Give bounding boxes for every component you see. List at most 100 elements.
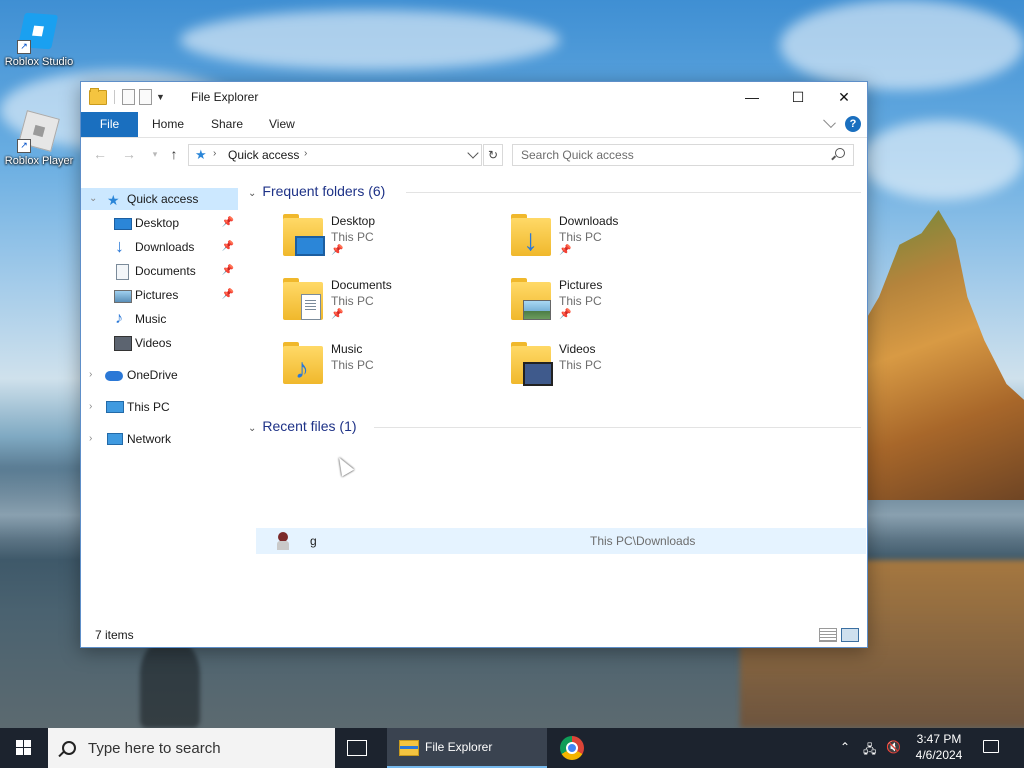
divider <box>114 90 115 104</box>
folder-location: This PC <box>331 294 374 308</box>
expand-chevron-icon[interactable]: › <box>89 428 92 450</box>
pictures-icon <box>114 290 132 303</box>
ribbon-tabs: File Home Share View ? <box>81 112 867 138</box>
tab-share[interactable]: Share <box>197 112 257 137</box>
navigation-pane: ⌄ Quick access Desktop 📌 Downloads 📌 Doc… <box>81 186 238 622</box>
folder-tile-downloads[interactable]: ↓ Downloads This PC 📌 <box>511 214 731 270</box>
search-input[interactable]: Search Quick access <box>512 144 854 166</box>
expand-ribbon-chevron-icon[interactable] <box>823 114 836 128</box>
expand-chevron-icon[interactable]: › <box>89 396 92 418</box>
properties-icon[interactable] <box>122 89 135 105</box>
section-title: Frequent folders (6) <box>262 183 386 199</box>
sidebar-item-label: Desktop <box>135 216 180 230</box>
sidebar-item-videos[interactable]: Videos <box>81 332 238 354</box>
sidebar-item-downloads[interactable]: Downloads 📌 <box>81 235 238 258</box>
section-title: Recent files (1) <box>262 418 357 434</box>
onedrive-cloud-icon <box>105 371 123 381</box>
sidebar-item-music[interactable]: Music <box>81 308 238 330</box>
taskbar-app-file-explorer[interactable]: File Explorer <box>387 728 547 768</box>
sidebar-item-pictures[interactable]: Pictures 📌 <box>81 284 238 306</box>
view-toggle <box>819 628 859 642</box>
taskbar-search-placeholder: Type here to search <box>88 740 221 757</box>
sidebar-item-label: OneDrive <box>127 368 178 382</box>
pin-icon: 📌 <box>221 217 234 228</box>
forward-button[interactable]: → <box>118 144 140 164</box>
wallpaper-cliff <box>862 210 1024 500</box>
desktop-icon <box>114 218 132 230</box>
up-button[interactable]: ↑ <box>163 144 185 164</box>
maximize-button[interactable]: ☐ <box>775 82 821 112</box>
folder-tile-documents[interactable]: Documents This PC 📌 <box>283 278 503 334</box>
recent-files-header[interactable]: ⌄ Recent files (1) <box>248 418 357 434</box>
address-field[interactable]: ★ › Quick access › <box>188 144 482 166</box>
sidebar-item-this-pc[interactable]: › This PC <box>81 396 238 418</box>
network-status-icon[interactable]: 🖧 <box>863 740 876 761</box>
taskbar-search-box[interactable]: Type here to search <box>48 728 335 768</box>
recent-file-name: g <box>310 534 317 548</box>
action-center-icon[interactable] <box>983 740 999 753</box>
expand-chevron-icon[interactable]: › <box>89 364 92 386</box>
pin-icon: 📌 <box>559 309 572 320</box>
new-folder-icon[interactable] <box>139 89 152 105</box>
customize-toolbar-chevron-icon[interactable]: ▼ <box>156 92 165 102</box>
collapse-chevron-icon: ⌄ <box>248 423 257 434</box>
breadcrumb-chevron-icon[interactable]: › <box>213 148 216 159</box>
desktop-icon-roblox-studio[interactable]: ↗ Roblox Studio <box>1 10 77 68</box>
details-view-icon[interactable] <box>819 628 837 642</box>
tab-home[interactable]: Home <box>138 112 198 137</box>
folder-name: Pictures <box>559 278 603 292</box>
music-icon <box>114 308 130 330</box>
sidebar-item-desktop[interactable]: Desktop 📌 <box>81 212 238 234</box>
breadcrumb-chevron-icon[interactable]: › <box>304 148 307 159</box>
show-hidden-icons-chevron-icon[interactable]: ⌃ <box>840 740 850 754</box>
recent-file-row[interactable]: g This PC\Downloads <box>256 528 866 554</box>
taskbar-app-label: File Explorer <box>425 740 493 754</box>
folder-location: This PC <box>331 230 374 244</box>
large-icons-view-icon[interactable] <box>841 628 859 642</box>
sidebar-item-quick-access[interactable]: ⌄ Quick access <box>81 188 238 211</box>
folder-tile-music[interactable]: ♪ Music This PC <box>283 342 503 398</box>
system-clock[interactable]: 3:47 PM 4/6/2024 <box>906 731 972 763</box>
folder-tile-pictures[interactable]: Pictures This PC 📌 <box>511 278 731 334</box>
sidebar-item-onedrive[interactable]: › OneDrive <box>81 364 238 386</box>
expand-chevron-icon[interactable]: ⌄ <box>89 188 97 210</box>
pictures-folder-icon <box>511 278 551 320</box>
this-pc-icon <box>106 401 124 413</box>
refresh-button[interactable]: ↻ <box>483 144 503 166</box>
sidebar-item-documents[interactable]: Documents 📌 <box>81 260 238 282</box>
folder-tile-desktop[interactable]: Desktop This PC 📌 <box>283 214 503 270</box>
tab-view[interactable]: View <box>255 112 309 137</box>
volume-muted-icon[interactable]: 🔇 <box>886 740 901 754</box>
taskbar: Type here to search File Explorer ⌃ 🖧 🔇 … <box>0 728 1024 768</box>
quick-access-star-icon <box>107 189 123 211</box>
back-button[interactable]: ← <box>89 144 111 164</box>
tab-file[interactable]: File <box>81 112 138 137</box>
folder-tile-videos[interactable]: Videos This PC <box>511 342 731 398</box>
task-view-icon[interactable] <box>347 740 367 756</box>
pin-icon: 📌 <box>559 245 572 256</box>
documents-icon <box>116 264 129 280</box>
close-button[interactable]: ✕ <box>821 82 867 112</box>
search-icon <box>835 148 845 158</box>
sidebar-item-label: This PC <box>127 400 170 414</box>
videos-icon <box>114 336 132 351</box>
search-placeholder: Search Quick access <box>521 148 634 162</box>
wallpaper-cloud <box>180 10 560 70</box>
breadcrumb-quick-access[interactable]: Quick access <box>228 148 299 162</box>
sidebar-item-network[interactable]: › Network <box>81 428 238 450</box>
start-button[interactable] <box>0 728 48 768</box>
downloads-folder-icon: ↓ <box>511 214 551 256</box>
divider <box>406 192 861 193</box>
address-dropdown-chevron-icon[interactable] <box>467 147 479 159</box>
frequent-folders-header[interactable]: ⌄ Frequent folders (6) <box>248 183 385 199</box>
desktop-icon-roblox-player[interactable]: ↗ Roblox Player <box>1 109 77 167</box>
file-explorer-window: ▼ File Explorer — ☐ ✕ File Home Share Vi… <box>80 81 868 648</box>
title-bar: ▼ File Explorer — ☐ ✕ <box>81 82 867 112</box>
recent-file-path: This PC\Downloads <box>590 534 696 548</box>
help-button[interactable]: ? <box>845 116 861 132</box>
minimize-button[interactable]: — <box>729 82 775 112</box>
divider <box>374 427 861 428</box>
sidebar-item-label: Documents <box>135 264 196 278</box>
folder-location: This PC <box>331 358 374 372</box>
taskbar-app-chrome[interactable] <box>552 728 592 768</box>
